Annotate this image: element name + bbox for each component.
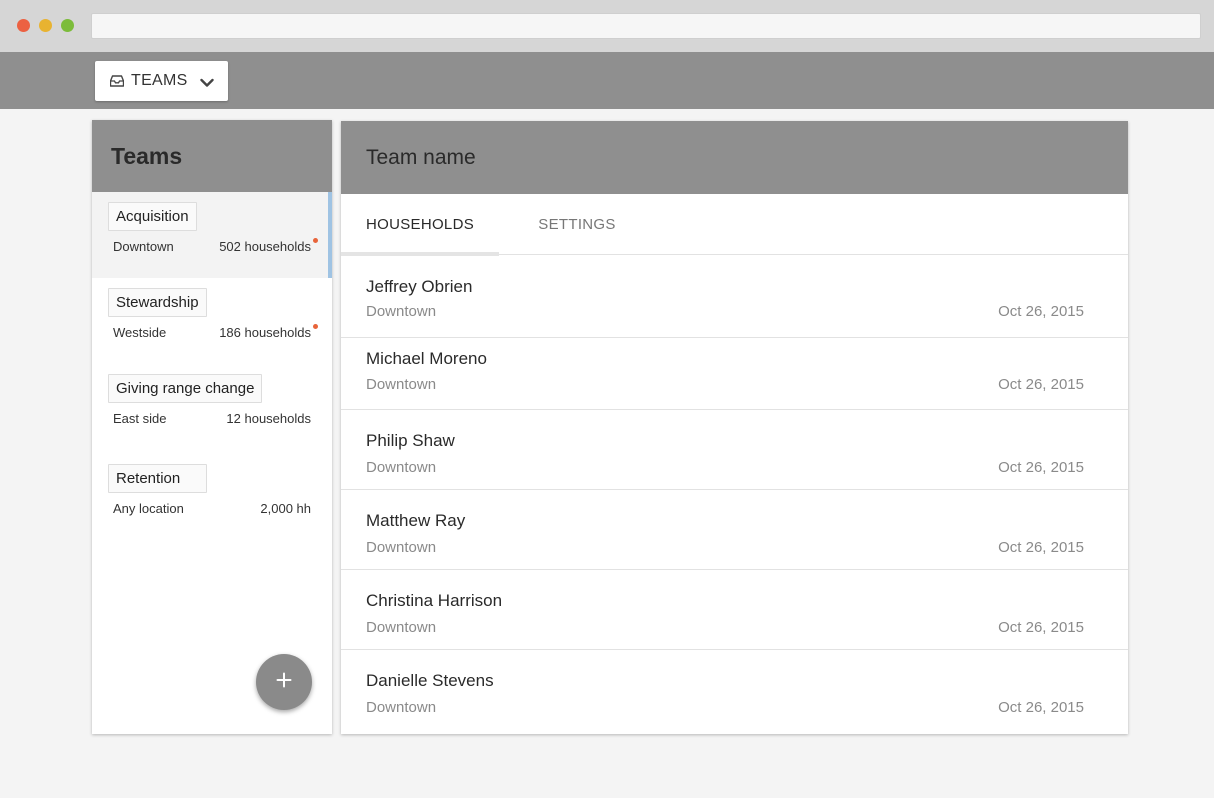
notification-badge <box>313 324 318 329</box>
team-item-location: East side <box>113 411 167 426</box>
teams-dropdown[interactable]: TEAMS <box>95 61 228 101</box>
team-item-name: Acquisition <box>108 202 197 231</box>
add-team-button[interactable] <box>256 654 312 710</box>
close-window-button[interactable] <box>17 19 30 32</box>
teams-panel-header: Teams <box>92 120 332 192</box>
chevron-down-icon <box>200 75 214 93</box>
team-item-retention[interactable]: Retention Any location 2,000 hh <box>92 464 332 554</box>
team-item-count: 2,000 hh <box>260 501 311 516</box>
tab-households[interactable]: HOUSEHOLDS <box>341 194 499 256</box>
team-item-location: Westside <box>113 325 167 340</box>
teams-panel: Teams Acquisition Downtown 502 household… <box>92 120 332 734</box>
household-date: Oct 26, 2015 <box>998 459 1084 476</box>
list-item[interactable]: Jeffrey Obrien Downtown Oct 26, 2015 <box>341 255 1128 338</box>
list-item[interactable]: Michael Moreno Downtown Oct 26, 2015 <box>341 338 1128 410</box>
team-name-title: Team name <box>366 145 476 169</box>
household-date: Oct 26, 2015 <box>998 376 1084 393</box>
maximize-window-button[interactable] <box>61 19 74 32</box>
list-item[interactable]: Christina Harrison Downtown Oct 26, 2015 <box>341 570 1128 650</box>
household-name: Matthew Ray <box>366 511 466 530</box>
minimize-window-button[interactable] <box>39 19 52 32</box>
team-item-location: Any location <box>113 501 184 516</box>
team-detail-header: Team name <box>341 121 1128 194</box>
team-item-name: Stewardship <box>108 288 207 317</box>
household-date: Oct 26, 2015 <box>998 619 1084 636</box>
household-date: Oct 26, 2015 <box>998 303 1084 320</box>
household-location: Downtown <box>366 303 437 320</box>
plus-icon <box>276 672 292 693</box>
inbox-icon <box>110 75 124 87</box>
teams-panel-title: Teams <box>111 142 183 169</box>
team-item-name: Giving range change <box>108 374 263 403</box>
household-date: Oct 26, 2015 <box>998 539 1084 556</box>
household-location: Downtown <box>366 699 437 716</box>
team-item-giving-range-change[interactable]: Giving range change East side 12 househo… <box>92 374 332 464</box>
team-item-location: Downtown <box>113 239 174 254</box>
tab-settings[interactable]: SETTINGS <box>499 194 655 255</box>
household-location: Downtown <box>366 539 437 556</box>
team-item-stewardship[interactable]: Stewardship Westside 186 households <box>92 278 332 374</box>
team-item-acquisition[interactable]: Acquisition Downtown 502 households <box>92 192 332 278</box>
team-item-count: 186 households <box>219 325 311 340</box>
household-name: Michael Moreno <box>366 349 487 368</box>
teams-dropdown-label: TEAMS <box>131 72 188 89</box>
household-name: Danielle Stevens <box>366 671 494 690</box>
households-list: Jeffrey Obrien Downtown Oct 26, 2015 Mic… <box>341 255 1128 730</box>
team-item-name: Retention <box>108 464 207 493</box>
household-name: Philip Shaw <box>366 431 455 450</box>
household-date: Oct 26, 2015 <box>998 699 1084 716</box>
window-chrome <box>0 0 1214 52</box>
team-detail-panel: Team name HOUSEHOLDS SETTINGS Jeffrey Ob… <box>341 121 1128 734</box>
team-item-count: 12 households <box>226 411 311 426</box>
household-name: Christina Harrison <box>366 591 503 610</box>
app-bar: TEAMS <box>0 52 1214 109</box>
list-item[interactable]: Philip Shaw Downtown Oct 26, 2015 <box>341 410 1128 490</box>
list-item[interactable]: Matthew Ray Downtown Oct 26, 2015 <box>341 490 1128 570</box>
address-bar[interactable] <box>91 13 1201 39</box>
household-location: Downtown <box>366 619 437 636</box>
list-item[interactable]: Danielle Stevens Downtown Oct 26, 2015 <box>341 650 1128 730</box>
team-item-count: 502 households <box>219 239 311 254</box>
household-location: Downtown <box>366 376 437 393</box>
notification-badge <box>313 238 318 243</box>
household-name: Jeffrey Obrien <box>366 277 473 296</box>
tab-bar: HOUSEHOLDS SETTINGS <box>341 194 1128 256</box>
household-location: Downtown <box>366 459 437 476</box>
